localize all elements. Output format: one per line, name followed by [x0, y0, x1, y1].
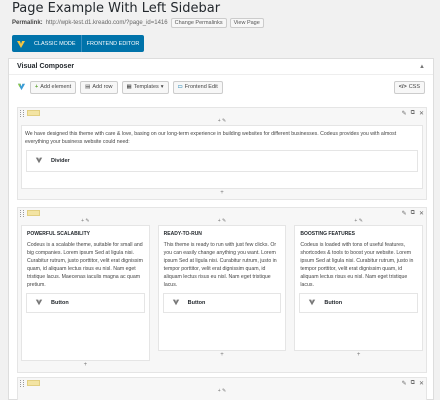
add-element-plus-icon[interactable]: +: [158, 351, 287, 359]
drag-handle-icon[interactable]: [20, 379, 24, 387]
clone-icon[interactable]: ⧉: [411, 210, 415, 217]
editor-mode-bar: CLASSIC MODE FRONTEND EDITOR: [12, 35, 145, 52]
frontend-edit-label: Frontend Edit: [184, 84, 218, 90]
column-text: This theme is ready to run with just few…: [163, 242, 277, 288]
column-wrapper-2: + ✎ READY-TO-RUN This theme is ready to …: [157, 218, 287, 369]
button-label: Button: [324, 300, 343, 306]
row-controls: ✎ ⧉ ✕: [18, 108, 426, 118]
column-heading: POWERFUL SCALABILITY: [27, 231, 90, 237]
column-controls[interactable]: + ✎: [18, 388, 426, 395]
drag-handle-icon[interactable]: [20, 109, 24, 117]
edit-icon[interactable]: ✎: [402, 380, 407, 387]
vc-row-3: ✎ ⧉ ✕ + ✎: [17, 377, 427, 400]
column-controls[interactable]: + ✎: [294, 218, 423, 225]
plus-icon: +: [35, 84, 39, 90]
custom-css-button[interactable]: </> CSS: [393, 80, 425, 94]
button-element[interactable]: Button: [299, 293, 419, 313]
delete-icon[interactable]: ✕: [419, 110, 424, 117]
permalink-label: Permalink:: [12, 20, 43, 26]
delete-icon[interactable]: ✕: [419, 380, 424, 387]
column-heading: BOOSTING FEATURES: [300, 231, 355, 237]
templates-button[interactable]: ▦ Templates ▾: [121, 80, 169, 94]
column-text: Codeus is a scalable theme, suitable for…: [27, 242, 143, 288]
vc-element-icon: [35, 156, 43, 166]
permalink-bar: Permalink: http://wpk-test.d1.kreado.com…: [12, 17, 264, 29]
clone-icon[interactable]: ⧉: [411, 380, 415, 387]
column-controls[interactable]: + ✎: [158, 218, 287, 225]
view-page-button[interactable]: View Page: [229, 18, 264, 28]
vc-logo-icon: [12, 35, 29, 52]
column-heading: READY-TO-RUN: [163, 231, 202, 237]
text-block[interactable]: We have designed this theme with care & …: [22, 126, 422, 150]
add-row-label: Add row: [92, 84, 113, 90]
vc-element-icon: [35, 298, 43, 308]
css-label: CSS: [408, 84, 420, 90]
templates-label: Templates: [133, 84, 159, 90]
code-icon: </>: [398, 84, 407, 90]
panel-header[interactable]: Visual Composer ▲: [9, 59, 433, 75]
add-element-plus-icon[interactable]: +: [294, 351, 423, 359]
row-controls: ✎ ⧉ ✕: [18, 208, 426, 218]
row-controls: ✎ ⧉ ✕: [18, 378, 426, 388]
chevron-down-icon: ▾: [160, 84, 164, 90]
vc-element-icon: [172, 298, 180, 308]
classic-mode-button[interactable]: CLASSIC MODE: [29, 41, 81, 47]
row-layout-icon[interactable]: [27, 210, 40, 216]
vc-row-2: ✎ ⧉ ✕ + ✎ POWERFUL SCALABILITY Codeus is a…: [17, 207, 427, 373]
templates-icon: ▦: [126, 84, 132, 90]
drag-handle-icon[interactable]: [20, 209, 24, 217]
visual-composer-panel: Visual Composer ▲ + Add element ▤ Add row …: [8, 58, 434, 400]
column-full: We have designed this theme with care & …: [21, 125, 423, 189]
text-block[interactable]: READY-TO-RUN This theme is ready to run …: [159, 226, 286, 293]
add-element-label: Add element: [40, 84, 72, 90]
columns-container: + ✎ POWERFUL SCALABILITY Codeus is a sca…: [18, 218, 426, 369]
edit-icon[interactable]: ✎: [402, 210, 407, 217]
text-block[interactable]: BOOSTING FEATURES Codeus is loaded with …: [295, 226, 422, 293]
column-1: POWERFUL SCALABILITY Codeus is a scalabl…: [21, 225, 150, 361]
add-element-button[interactable]: + Add element: [30, 80, 77, 94]
collapse-triangle-icon[interactable]: ▲: [419, 64, 425, 70]
row-icon: ▤: [85, 84, 91, 90]
column-text: Codeus is loaded with tons of useful fea…: [300, 242, 414, 288]
permalink-url[interactable]: http://wpk-test.d1.kreado.com/?page_id=1…: [46, 20, 168, 26]
divider-element[interactable]: Divider: [26, 150, 418, 172]
button-element[interactable]: Button: [162, 293, 282, 313]
text-block[interactable]: POWERFUL SCALABILITY Codeus is a scalabl…: [22, 226, 149, 293]
add-element-plus-icon[interactable]: +: [18, 189, 426, 197]
vc-row-1: ✎ ⧉ ✕ + ✎ We have designed this theme with…: [17, 107, 427, 200]
button-label: Button: [51, 300, 69, 306]
row-layout-icon[interactable]: [27, 380, 40, 386]
panel-title: Visual Composer: [17, 63, 75, 70]
frontend-edit-button[interactable]: ▭ Frontend Edit: [172, 80, 223, 94]
column-2: READY-TO-RUN This theme is ready to run …: [157, 225, 287, 351]
column-controls[interactable]: + ✎: [18, 118, 426, 125]
divider-label: Divider: [51, 158, 70, 164]
clone-icon[interactable]: ⧉: [411, 110, 415, 117]
delete-icon[interactable]: ✕: [419, 210, 424, 217]
column-wrapper-3: + ✎ BOOSTING FEATURES Codeus is loaded w…: [294, 218, 424, 369]
monitor-icon: ▭: [177, 84, 183, 90]
frontend-editor-button[interactable]: FRONTEND EDITOR: [82, 41, 145, 47]
page-title: Page Example With Left Sidebar: [12, 1, 221, 16]
vc-element-icon: [308, 298, 316, 308]
edit-icon[interactable]: ✎: [402, 110, 407, 117]
change-permalinks-button[interactable]: Change Permalinks: [170, 18, 227, 28]
column-wrapper-1: + ✎ POWERFUL SCALABILITY Codeus is a sca…: [21, 218, 150, 369]
vc-color-logo-icon: [17, 82, 26, 93]
column-3: BOOSTING FEATURES Codeus is loaded with …: [294, 225, 424, 351]
add-row-button[interactable]: ▤ Add row: [80, 80, 118, 94]
row-layout-icon[interactable]: [27, 110, 40, 116]
button-element[interactable]: Button: [26, 293, 145, 313]
vc-toolbar: + Add element ▤ Add row ▦ Templates ▾ ▭ Front…: [9, 75, 433, 99]
column-controls[interactable]: + ✎: [21, 218, 150, 225]
button-label: Button: [187, 300, 206, 306]
add-element-plus-icon[interactable]: +: [21, 361, 150, 369]
